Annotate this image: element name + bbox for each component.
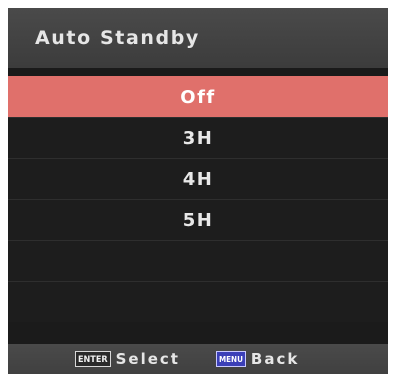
header-divider <box>8 68 388 76</box>
option-label: 5H <box>182 209 214 231</box>
select-hint: Select <box>115 350 180 368</box>
option-4h[interactable]: 4H <box>8 158 388 199</box>
option-label: 3H <box>182 127 214 149</box>
option-label: 4H <box>182 168 214 190</box>
option-label: Off <box>180 86 216 108</box>
enter-key-icon: ENTER <box>75 351 111 367</box>
empty-row <box>8 281 388 322</box>
auto-standby-menu: Auto Standby Off 3H 4H 5H ENTER Select M… <box>8 8 388 374</box>
option-3h[interactable]: 3H <box>8 117 388 158</box>
empty-row <box>8 240 388 281</box>
options-list: Off 3H 4H 5H <box>8 76 388 322</box>
back-hint: Back <box>250 350 300 368</box>
menu-key-icon: MENU <box>215 351 246 367</box>
option-off[interactable]: Off <box>8 76 388 117</box>
menu-header: Auto Standby <box>8 8 388 68</box>
menu-footer: ENTER Select MENU Back <box>8 344 388 374</box>
option-5h[interactable]: 5H <box>8 199 388 240</box>
menu-title: Auto Standby <box>35 27 200 49</box>
